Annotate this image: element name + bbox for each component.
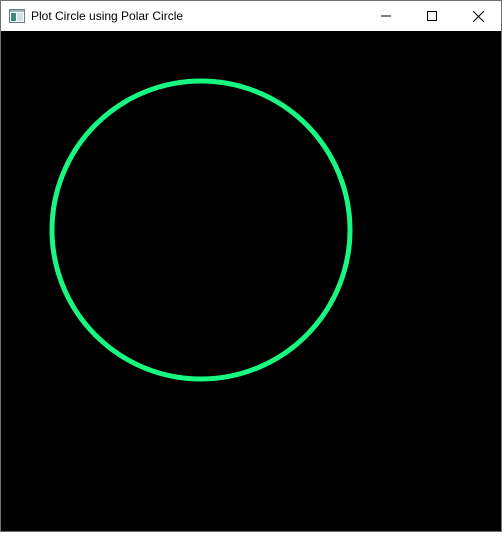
plotted-circle (49, 78, 353, 382)
title-bar[interactable]: Plot Circle using Polar Circle (1, 1, 501, 31)
minimize-button[interactable] (363, 1, 409, 31)
application-window: Plot Circle using Polar Circle (0, 0, 502, 532)
minimize-icon (381, 15, 391, 17)
drawing-canvas[interactable] (1, 31, 501, 531)
close-button[interactable] (455, 1, 501, 31)
app-window-icon[interactable] (9, 8, 25, 24)
window-title: Plot Circle using Polar Circle (31, 9, 184, 23)
maximize-button[interactable] (409, 1, 455, 31)
window-controls (363, 1, 501, 31)
maximize-icon (427, 11, 437, 21)
canvas-svg (49, 78, 353, 382)
close-icon (472, 10, 484, 22)
